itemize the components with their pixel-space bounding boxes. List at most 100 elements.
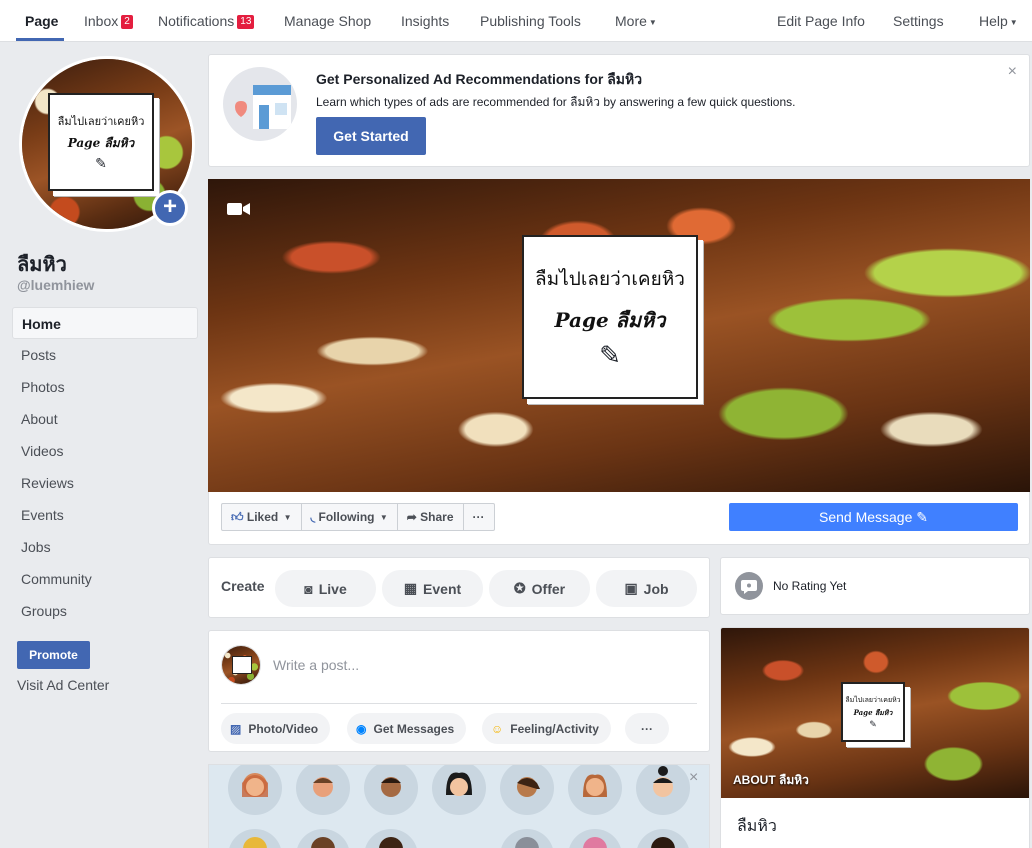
logo-text-line1: ลืมไปเลยว่าเคยหิว (57, 115, 145, 128)
visit-ad-center-link[interactable]: Visit Ad Center (17, 677, 109, 693)
get-messages-button[interactable]: ◉ Get Messages (347, 713, 467, 744)
sidebar-item-home[interactable]: Home (12, 307, 198, 339)
friend-avatar[interactable] (228, 829, 282, 848)
plus-icon: + (162, 193, 177, 220)
person-icon (583, 774, 607, 797)
more-actions-button[interactable]: ··· (464, 504, 494, 530)
close-icon[interactable]: × (1008, 63, 1017, 81)
settings-link[interactable]: Settings (893, 0, 944, 42)
share-button[interactable]: ➦ Share (398, 504, 464, 530)
create-event-button[interactable]: ▦ Event (382, 570, 483, 607)
sidebar-item-photos[interactable]: Photos (12, 371, 198, 403)
about-label: ABOUT ลืมหิว (733, 773, 809, 787)
send-message-label: Send Message (818, 508, 913, 525)
liked-button[interactable]: 👍︎ Liked ▼ (222, 504, 302, 530)
feeling-activity-button[interactable]: ☺ Feeling/Activity (482, 713, 611, 744)
liked-label: Liked (246, 510, 279, 524)
cover-photo[interactable]: ลืมไปเลยว่าเคยหิว Page ลืมหิว ✎ (208, 179, 1030, 492)
tab-more-label: More (615, 13, 647, 29)
sidebar-item-about[interactable]: About (12, 403, 198, 435)
share-arrow-icon: ➦ (406, 510, 417, 524)
chopsticks-icon: ✎ (869, 718, 877, 729)
chevron-down-icon: ▼ (283, 513, 292, 522)
person-icon (515, 837, 539, 848)
sidebar-item-reviews[interactable]: Reviews (12, 467, 198, 499)
get-started-button[interactable]: Get Started (316, 117, 426, 155)
sidebar-item-events[interactable]: Events (12, 499, 198, 531)
tab-manage-shop[interactable]: Manage Shop (284, 0, 371, 42)
offer-tag-icon: ✪ (513, 580, 526, 596)
friend-avatar[interactable] (568, 765, 622, 815)
friend-avatar[interactable] (636, 765, 690, 815)
send-message-button[interactable]: Send Message ✎ (729, 503, 1018, 531)
friend-avatar[interactable] (364, 765, 418, 815)
about-logo-text-line1: ลืมไปเลยว่าเคยหิว (845, 695, 901, 704)
person-icon (379, 837, 403, 848)
logo-text-line2: Page ลืมหิว (67, 136, 135, 150)
smiley-icon: ☺ (491, 721, 504, 736)
help-label: Help (979, 13, 1008, 29)
inbox-count-badge: 2 (121, 15, 133, 29)
friend-avatar[interactable] (636, 829, 690, 848)
add-profile-photo-button[interactable]: + (152, 190, 188, 226)
friend-avatar[interactable] (568, 829, 622, 848)
following-button[interactable]: ◟ Following ▼ (302, 504, 398, 530)
friend-avatar[interactable] (296, 765, 350, 815)
person-icon (311, 837, 335, 848)
tab-page[interactable]: Page (25, 0, 58, 42)
tab-more[interactable]: More ▼ (615, 0, 657, 42)
composer-divider (221, 703, 697, 704)
friend-avatar[interactable] (364, 829, 418, 848)
photo-icon: ▨ (230, 721, 242, 736)
rss-icon: ◟ (310, 510, 316, 524)
chevron-down-icon: ▼ (648, 18, 657, 27)
close-icon[interactable]: × (689, 769, 698, 787)
chevron-down-icon: ▼ (1009, 18, 1018, 27)
photo-video-button[interactable]: ▨ Photo/Video (221, 713, 331, 744)
sidebar-item-community[interactable]: Community (12, 563, 198, 595)
composer-more-button[interactable]: ··· (625, 713, 669, 744)
cover-logo: ลืมไปเลยว่าเคยหิว Page ลืมหิว ✎ (522, 235, 698, 399)
sidebar-item-groups[interactable]: Groups (12, 595, 198, 627)
briefcase-icon: ▣ (624, 580, 638, 596)
messenger-icon: ◉ (356, 721, 367, 736)
help-menu[interactable]: Help ▼ (979, 0, 1018, 42)
create-job-button[interactable]: ▣ Job (596, 570, 697, 607)
tab-notifications-label: Notifications (158, 13, 235, 29)
calendar-icon: ▦ (403, 580, 418, 596)
job-label: Job (643, 580, 669, 597)
create-live-button[interactable]: ◙ Live (275, 570, 376, 607)
sidebar-item-jobs[interactable]: Jobs (12, 531, 198, 563)
invite-friends-strip: × (208, 764, 710, 848)
friend-avatar[interactable] (500, 829, 554, 848)
about-photo[interactable]: ลืมไปเลยว่าเคยหิว Page ลืมหิว ✎ ABOUT ลื… (721, 628, 1029, 798)
cover-logo-text-line2: Page ลืมหิว (554, 307, 666, 332)
friend-avatar[interactable] (500, 765, 554, 815)
chopsticks-icon: ✎ (599, 339, 621, 370)
friend-avatar[interactable] (432, 765, 486, 815)
video-camera-icon[interactable] (227, 201, 251, 217)
storefront-icon (223, 67, 297, 141)
edit-page-info-link[interactable]: Edit Page Info (777, 0, 865, 42)
create-offer-button[interactable]: ✪ Offer (489, 570, 590, 607)
sidebar-item-posts[interactable]: Posts (12, 339, 198, 371)
event-label: Event (423, 580, 462, 597)
promote-button[interactable]: Promote (17, 641, 90, 669)
following-label: Following (318, 510, 375, 524)
tab-inbox[interactable]: Inbox 2 (84, 0, 133, 42)
sidebar-item-videos[interactable]: Videos (12, 435, 198, 467)
rating-status: No Rating Yet (773, 579, 847, 593)
tab-notifications[interactable]: Notifications 13 (158, 0, 255, 42)
profile-logo: ลืมไปเลยว่าเคยหิว Page ลืมหิว ✎ (48, 93, 154, 191)
live-video-icon: ◙ (304, 580, 313, 597)
tab-insights[interactable]: Insights (401, 0, 449, 42)
tab-publishing-tools[interactable]: Publishing Tools (480, 0, 581, 42)
write-post-input[interactable]: Write a post... (273, 657, 359, 673)
page-username[interactable]: @luemhiew (17, 277, 94, 293)
friend-avatar[interactable] (296, 829, 350, 848)
friend-avatar[interactable] (228, 765, 282, 815)
photo-video-label: Photo/Video (248, 721, 319, 736)
tab-page-label: Page (25, 13, 59, 29)
person-icon (651, 837, 675, 848)
tab-inbox-label: Inbox (84, 13, 119, 29)
